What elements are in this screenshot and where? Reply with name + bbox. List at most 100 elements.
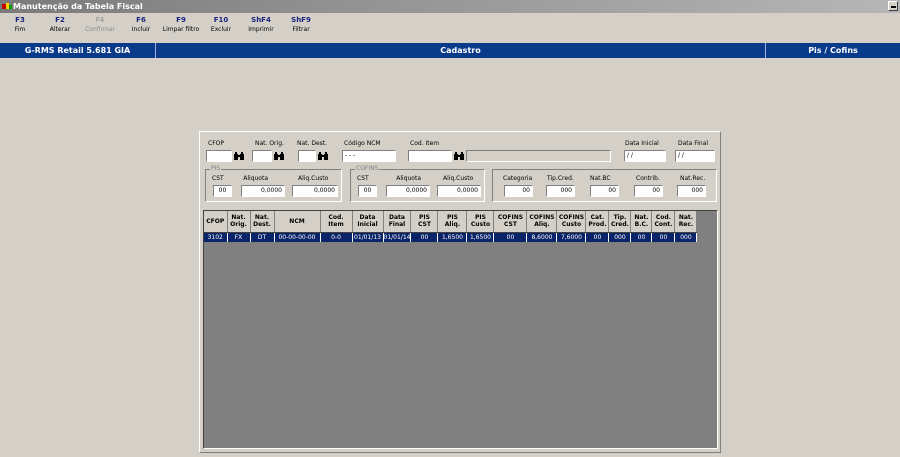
screen-name: Pis / Cofins [808,46,858,55]
nat-rec-input[interactable]: 000 [677,185,706,197]
cofins-group-title: COFINS [355,165,380,173]
cell-pis-custo: 1,6500 [466,232,495,242]
column-header[interactable]: Nat. Rec. [674,211,698,233]
column-header[interactable]: PIS Aliq. [437,211,468,233]
cell-cofins-cst: 00 [493,232,528,242]
results-grid[interactable]: CFOP Nat. Orig. Nat. Dest. NCM Cod. Item Da… [203,210,718,449]
cell-cofins-custo: 7,6000 [556,232,587,242]
results-table: CFOP Nat. Orig. Nat. Dest. NCM Cod. Item Da… [204,211,698,242]
cofins-aliquota-label: Aliquota [396,175,421,182]
cell-pis-aliq: 1,6500 [437,232,468,242]
categoria-label: Categoria [503,175,533,182]
pis-aliq-custo-input[interactable]: 0,0000 [292,185,338,197]
cfop-input[interactable] [206,150,232,162]
pis-aliquota-input[interactable]: 0,0000 [241,185,285,197]
data-final-input[interactable]: / / [675,150,715,162]
data-inicial-input[interactable]: / / [624,150,666,162]
column-header[interactable]: Nat. Orig. [227,211,251,233]
cell-cat-prod: 00 [585,232,610,242]
column-header[interactable]: Cod. Item [320,211,353,233]
cell-nat-dest: DT [250,232,275,242]
binoculars-icon[interactable] [273,150,285,162]
cell-cod-item: 0-0 [320,232,353,242]
system-name: G-RMS Retail 5.681 GIA [24,46,131,55]
data-inicial-label: Data Inicial [625,140,659,147]
nat-bc-input[interactable]: 00 [590,185,619,197]
column-header[interactable]: Cod. Cont. [651,211,676,233]
cod-item-description [466,150,611,162]
contrib-label: Contrib. [636,175,660,182]
codigo-ncm-input[interactable]: - - - [342,150,396,162]
cell-data-final: 01/01/14 [383,232,412,242]
cell-nat-bc: 00 [630,232,653,242]
data-final-label: Data Final [678,140,709,147]
cell-cfop: 3102 [204,232,228,242]
header-bar: G-RMS Retail 5.681 GIA Cadastro Pis / Co… [0,43,900,58]
column-header[interactable]: Data Inicial [352,211,384,233]
pis-cst-label: CST [212,175,224,182]
column-header[interactable]: PIS Custo [466,211,495,233]
column-header[interactable]: PIS CST [410,211,439,233]
fkey-f6-incluir[interactable]: F6 Incluir [121,15,161,35]
pis-aliq-custo-label: Aliq.Custo [298,175,329,182]
fkey-shf4-imprimir[interactable]: ShF4 Imprimir [241,15,281,35]
pis-group: PIS CST 00 Aliquota 0,0000 Aliq.Custo 0,… [205,165,342,202]
cell-ncm: 00-00-00-00 [274,232,321,242]
column-header[interactable]: Data Final [383,211,412,233]
cofins-group: COFINS CST 00 Aliquota 0,0000 Aliq.Custo… [350,165,485,202]
column-header[interactable]: Cat. Prod. [585,211,610,233]
fkey-f10-excluir[interactable]: F10 Excluir [201,15,241,35]
app-icon [2,3,12,9]
cell-cofins-aliq: 8,6000 [526,232,558,242]
cfop-label: CFOP [208,140,224,147]
window-title: Manutenção da Tabela Fiscal [13,2,143,11]
cell-nat-rec: 000 [674,232,698,242]
column-header[interactable]: Tip. Cred. [608,211,632,233]
column-header[interactable]: Nat. B.C. [630,211,653,233]
pis-aliquota-label: Aliquota [243,175,268,182]
cofins-cst-input[interactable]: 00 [358,185,377,197]
column-header[interactable]: CFOP [204,211,228,233]
cofins-cst-label: CST [357,175,369,182]
cofins-aliq-custo-label: Aliq.Custo [443,175,474,182]
minimize-icon [891,6,896,8]
nat-dest-label: Nat. Dest. [297,140,328,147]
column-header[interactable]: COFINS Custo [556,211,587,233]
cell-cod-cont: 00 [651,232,676,242]
column-header[interactable]: COFINS CST [493,211,528,233]
fkey-f4-confirmar[interactable]: F4 Confirmar [80,15,120,35]
column-header[interactable]: Nat. Dest. [250,211,275,233]
fkey-f3-fim[interactable]: F3 Fim [0,15,40,35]
fkey-f2-alterar[interactable]: F2 Alterar [40,15,80,35]
categoria-input[interactable]: 00 [504,185,533,197]
pis-group-title: PIS [210,165,222,173]
column-header[interactable]: COFINS Aliq. [526,211,558,233]
cofins-aliquota-input[interactable]: 0,0000 [386,185,430,197]
nat-orig-input[interactable] [252,150,272,162]
column-header[interactable]: NCM [274,211,321,233]
module-name: Cadastro [440,46,481,55]
contrib-input[interactable]: 00 [634,185,663,197]
nat-orig-label: Nat. Orig. [255,140,284,147]
nat-rec-label: Nat.Rec. [680,175,706,182]
nat-bc-label: Nat.BC [590,175,611,182]
binoculars-icon[interactable] [317,150,329,162]
title-bar: Manutenção da Tabela Fiscal [0,0,900,13]
cell-data-inicial: 01/01/13 [352,232,384,242]
tip-cred-input[interactable]: 000 [546,185,575,197]
cell-tip-cred: 000 [608,232,632,242]
fkey-shf9-filtrar[interactable]: ShF9 Filtrar [281,15,321,35]
cell-nat-orig: FX [227,232,251,242]
binoculars-icon[interactable] [453,150,465,162]
table-row[interactable]: 3102 FX DT 00-00-00-00 0-0 01/01/13 01/0… [204,232,698,242]
cofins-aliq-custo-input[interactable]: 0,0000 [437,185,481,197]
cod-item-input[interactable] [408,150,452,162]
pis-cst-input[interactable]: 00 [213,185,232,197]
fkey-f9-limpar-filtro[interactable]: F9 Limpar filtro [161,15,201,35]
function-key-toolbar: F3 Fim F2 Alterar F4 Confirmar F6 Incluir F9… [0,15,900,43]
nat-dest-input[interactable] [298,150,316,162]
table-header-row: CFOP Nat. Orig. Nat. Dest. NCM Cod. Item Da… [204,211,698,233]
binoculars-icon[interactable] [233,150,245,162]
minimize-button[interactable] [888,1,898,11]
cod-item-label: Cod. Item [410,140,440,147]
